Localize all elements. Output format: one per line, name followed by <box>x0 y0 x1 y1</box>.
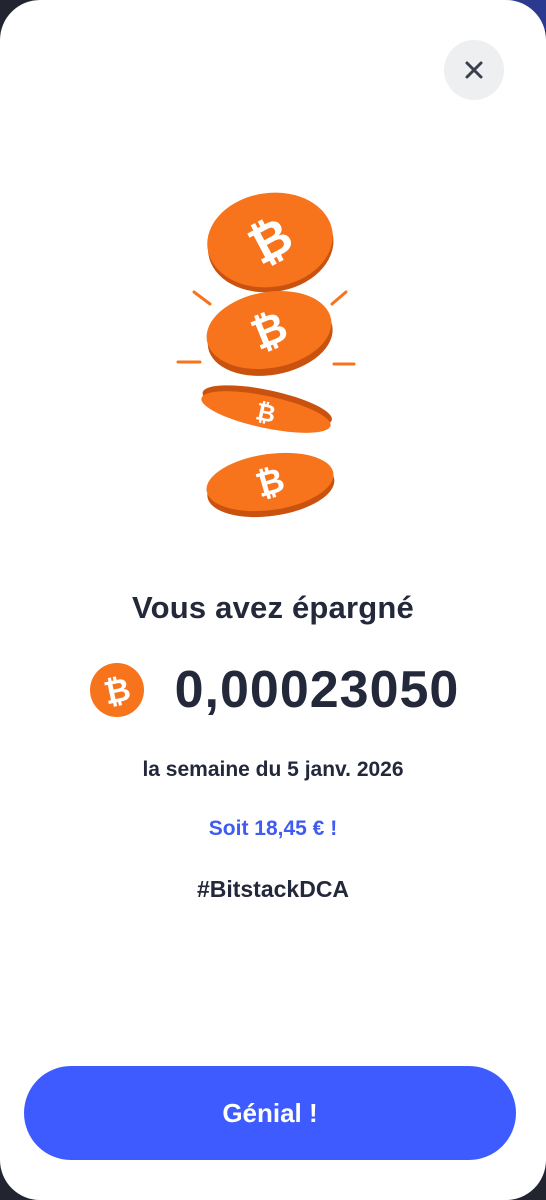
bitcoin-icon: ₿ <box>89 663 144 717</box>
savings-period: la semaine du 5 janv. 2026 <box>142 758 404 781</box>
close-icon <box>465 61 483 79</box>
fiat-equivalent: Soit 18,45 € ! <box>208 817 338 840</box>
close-button[interactable] <box>444 40 504 100</box>
bitcoin-amount: 0,00023050 <box>174 661 460 719</box>
hashtag: #BitstackDCA <box>196 876 350 902</box>
savings-modal: ₿ ₿ ₿ ₿ Vous avez épargné ₿ 0,00023050 l… <box>0 0 546 1200</box>
amount-row: ₿ 0,00023050 <box>0 658 546 722</box>
confirm-button[interactable]: Génial ! <box>24 1066 516 1160</box>
savings-title: Vous avez épargné <box>132 590 414 625</box>
falling-bitcoin-coins-icon: ₿ ₿ ₿ ₿ <box>176 192 356 518</box>
